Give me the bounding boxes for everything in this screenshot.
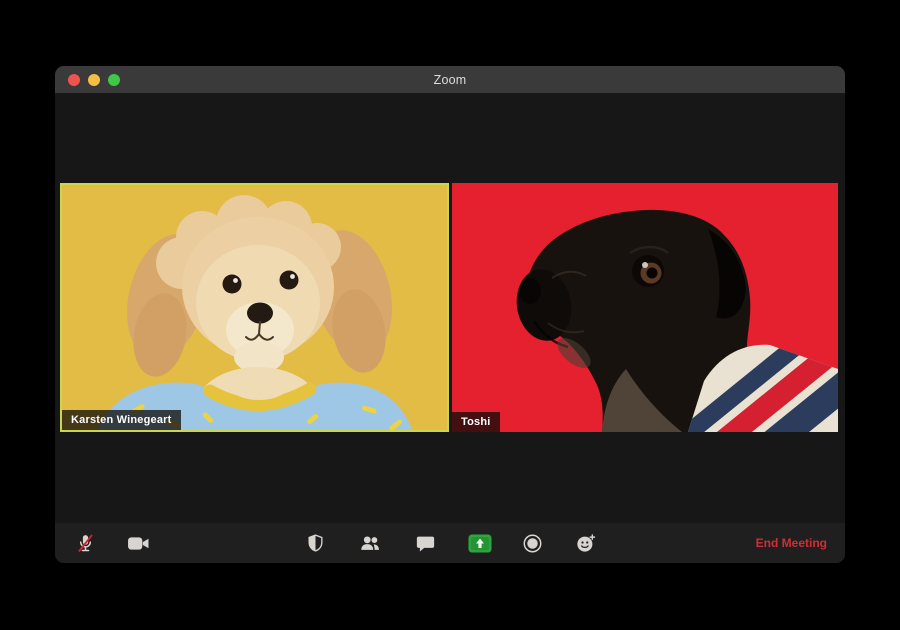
reactions-button[interactable] [569,523,601,563]
shield-icon [307,534,323,552]
mute-button[interactable] [69,523,101,563]
share-screen-icon [468,534,492,552]
video-button[interactable] [122,523,154,563]
participants-button[interactable] [354,523,386,563]
minimize-window-button[interactable] [88,73,100,86]
desktop: Zoom Karsten Winegeart Toshi End Meeting [0,0,900,630]
participant-name-label: Toshi [452,412,500,432]
video-tile-karsten[interactable]: Karsten Winegeart [60,183,449,432]
meeting-toolbar: End Meeting [55,523,845,563]
zoom-window-button[interactable] [108,73,120,86]
close-window-button[interactable] [68,73,80,86]
video-feed-black-pug [452,183,838,432]
chat-bubble-icon [416,536,434,552]
chat-button[interactable] [409,523,441,563]
zoom-app-window: Zoom Karsten Winegeart Toshi End Meeting [55,66,845,563]
record-icon [523,534,541,552]
video-tile-toshi[interactable]: Toshi [452,183,838,432]
video-feed-fluffy-puppy [62,185,447,430]
security-button[interactable] [299,523,331,563]
participants-icon [361,535,379,550]
window-title: Zoom [433,72,467,87]
participant-name-label: Karsten Winegeart [62,410,181,430]
titlebar[interactable]: Zoom [55,66,845,93]
window-controls [68,66,120,93]
microphone-muted-icon [77,534,93,552]
video-camera-icon [127,536,148,550]
end-meeting-button[interactable]: End Meeting [750,523,833,563]
share-screen-button[interactable] [464,523,496,563]
record-button[interactable] [516,523,548,563]
reactions-smiley-icon [576,533,595,552]
